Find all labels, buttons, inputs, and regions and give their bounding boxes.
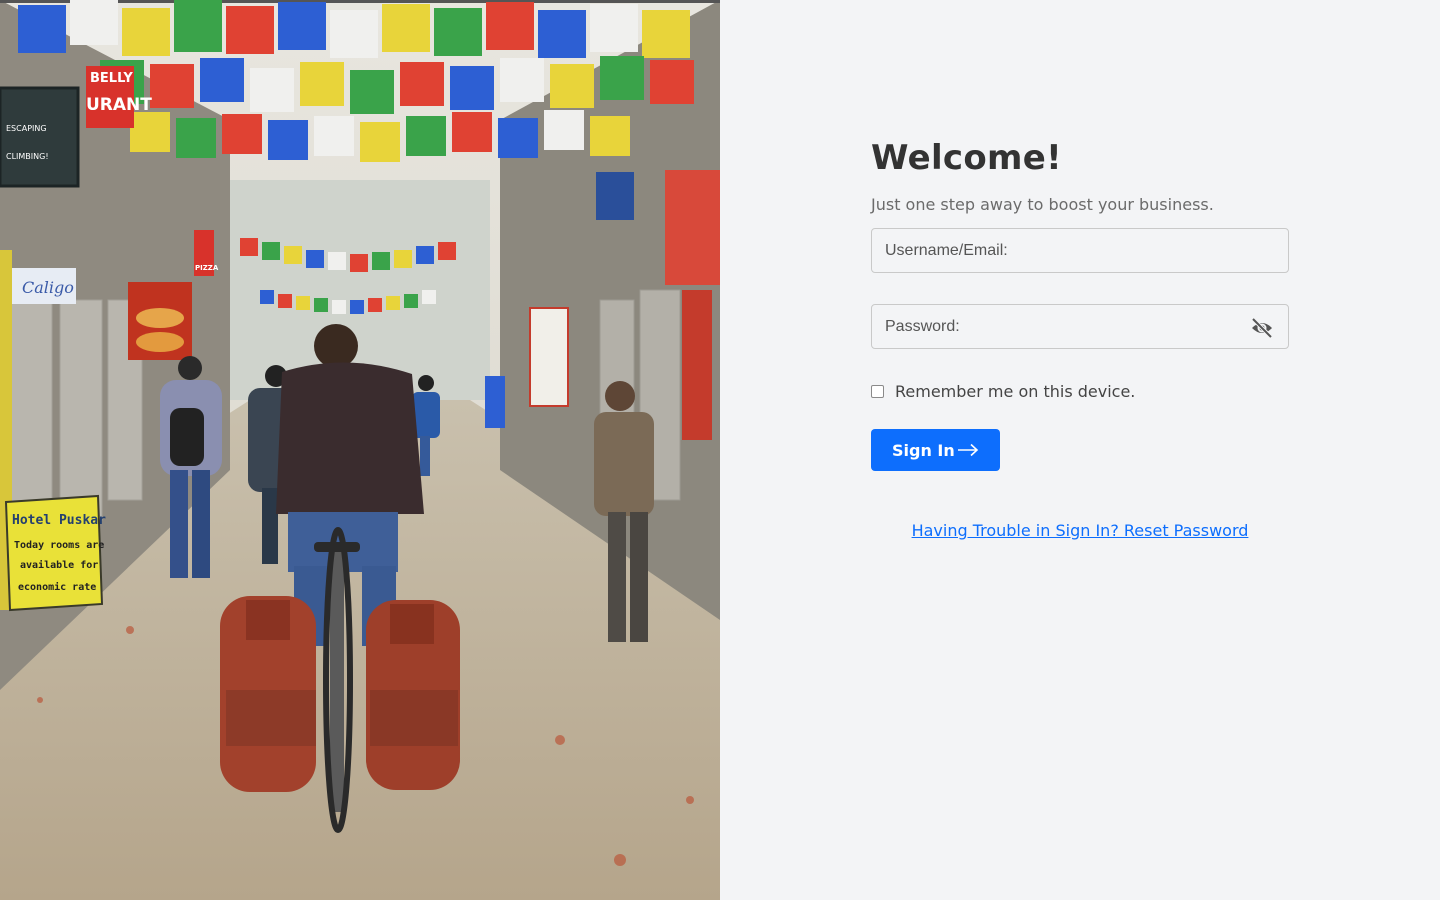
sign-urant: URANT bbox=[86, 95, 152, 115]
sign-climbing: CLIMBING! bbox=[6, 152, 49, 161]
remember-me: Remember me on this device. bbox=[871, 380, 1289, 402]
sign-belly: BELLY bbox=[90, 71, 133, 86]
login-panel: Welcome! Just one step away to boost you… bbox=[720, 0, 1440, 900]
eye-slash-icon[interactable] bbox=[1250, 317, 1274, 339]
svg-text:economic rate: economic rate bbox=[18, 581, 96, 593]
sign-escaping: ESCAPING bbox=[6, 124, 47, 133]
sign-in-button[interactable]: Sign In bbox=[871, 429, 1000, 471]
login-form: Welcome! Just one step away to boost you… bbox=[871, 138, 1289, 540]
svg-text:Today rooms are: Today rooms are bbox=[14, 540, 104, 551]
hotel-puskar-sign: Hotel Puskar Today rooms are available f… bbox=[4, 494, 106, 612]
username-input[interactable] bbox=[872, 229, 1288, 272]
username-field bbox=[871, 228, 1289, 273]
page-subtitle: Just one step away to boost your busines… bbox=[871, 195, 1214, 214]
reset-password-container: Having Trouble in Sign In? Reset Passwor… bbox=[871, 521, 1289, 540]
password-field bbox=[871, 304, 1289, 349]
page-title: Welcome! bbox=[871, 138, 1062, 178]
remember-label: Remember me on this device. bbox=[895, 381, 1136, 401]
svg-text:Hotel Puskar: Hotel Puskar bbox=[12, 513, 106, 528]
reset-password-link[interactable]: Having Trouble in Sign In? Reset Passwor… bbox=[912, 521, 1249, 540]
password-input[interactable] bbox=[872, 305, 1288, 348]
sign-in-label: Sign In bbox=[892, 440, 955, 460]
sign-caligo: Caligo bbox=[22, 278, 74, 297]
sign-pizza: PIZZA bbox=[195, 264, 219, 272]
svg-text:available for: available for bbox=[20, 559, 98, 571]
remember-checkbox[interactable] bbox=[871, 384, 884, 398]
street-scene-illustration: BELLY URANT ESCAPING CLIMBING! Caligo PI… bbox=[0, 0, 720, 900]
arrow-right-icon bbox=[957, 443, 978, 457]
hero-image: BELLY URANT ESCAPING CLIMBING! Caligo PI… bbox=[0, 0, 720, 900]
